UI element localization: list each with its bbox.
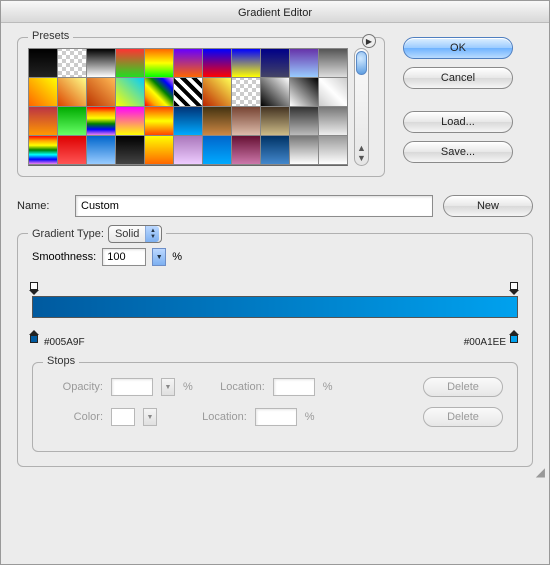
gradient-type-value: Solid [115, 228, 139, 240]
preset-swatch[interactable] [29, 136, 57, 164]
preset-swatch[interactable] [261, 78, 289, 106]
save-button[interactable]: Save... [403, 141, 513, 163]
color-location-input [255, 408, 297, 426]
preset-swatch[interactable] [145, 78, 173, 106]
preset-swatch[interactable] [58, 136, 86, 164]
chevron-updown-icon: ▲▼ [145, 226, 159, 242]
resize-grip-icon[interactable]: ◢ [536, 465, 545, 479]
preset-swatch[interactable] [29, 78, 57, 106]
preset-swatch[interactable] [87, 107, 115, 135]
preset-swatch[interactable] [319, 136, 347, 164]
preset-swatch[interactable] [261, 107, 289, 135]
gradient-type-group: Gradient Type: Solid ▲▼ Smoothness: ▼ % [17, 233, 533, 467]
presets-menu-icon[interactable]: ▶ [362, 34, 376, 48]
preset-swatch[interactable] [116, 78, 144, 106]
preset-swatch[interactable] [290, 49, 318, 77]
preset-swatch[interactable] [29, 107, 57, 135]
scroll-down-icon[interactable]: ▼ [357, 153, 366, 163]
color-swatch [111, 408, 135, 426]
load-button[interactable]: Load... [403, 111, 513, 133]
gradient-editor-dialog: Gradient Editor Presets ▶ ▲ ▼ [0, 0, 550, 565]
preset-swatch[interactable] [232, 107, 260, 135]
ok-button[interactable]: OK [403, 37, 513, 59]
preset-swatch[interactable] [261, 136, 289, 164]
preset-swatch[interactable] [145, 49, 173, 77]
preset-swatch[interactable] [87, 78, 115, 106]
preset-swatch[interactable] [203, 107, 231, 135]
preset-swatch[interactable] [29, 49, 57, 77]
opacity-location-label: Location: [201, 381, 265, 393]
opacity-location-input [273, 378, 315, 396]
preset-swatch[interactable] [232, 136, 260, 164]
preset-swatch[interactable] [116, 136, 144, 164]
preset-swatch[interactable] [203, 49, 231, 77]
titlebar[interactable]: Gradient Editor [1, 1, 549, 23]
preset-swatch[interactable] [290, 78, 318, 106]
opacity-stop-left[interactable] [30, 282, 40, 294]
opacity-dropdown-icon: ▼ [161, 378, 175, 396]
preset-swatch[interactable] [232, 78, 260, 106]
hex-end-label: #00A1EE [464, 337, 506, 348]
smoothness-stepper[interactable]: ▼ [152, 248, 166, 266]
opacity-input [111, 378, 153, 396]
color-dropdown-icon: ▼ [143, 408, 157, 426]
color-delete-button: Delete [423, 407, 503, 427]
dialog-title: Gradient Editor [238, 7, 312, 19]
preset-swatch[interactable] [174, 136, 202, 164]
preset-swatch[interactable] [319, 78, 347, 106]
preset-swatch[interactable] [319, 49, 347, 77]
name-input[interactable] [75, 195, 433, 217]
color-stop-right[interactable] [510, 330, 520, 342]
preset-swatch[interactable] [116, 107, 144, 135]
preset-swatch[interactable] [58, 78, 86, 106]
presets-label: Presets [28, 30, 73, 42]
preset-swatch[interactable] [319, 107, 347, 135]
color-label: Color: [47, 411, 103, 423]
preset-swatch[interactable] [174, 49, 202, 77]
dialog-content: Presets ▶ ▲ ▼ OK Cancel Lo [1, 23, 549, 483]
stops-group: Stops Opacity: ▼ % Location: % Delete Co… [32, 362, 518, 452]
preset-swatch[interactable] [58, 107, 86, 135]
percent-label: % [172, 251, 182, 263]
new-button[interactable]: New [443, 195, 533, 217]
preset-swatch[interactable] [145, 107, 173, 135]
gradient-bar[interactable] [32, 296, 518, 318]
stops-label: Stops [43, 355, 79, 367]
preset-swatch[interactable] [174, 78, 202, 106]
preset-swatch[interactable] [116, 49, 144, 77]
preset-swatch[interactable] [290, 107, 318, 135]
opacity-stop-right[interactable] [510, 282, 520, 294]
scrollbar-thumb[interactable] [356, 51, 367, 75]
cancel-button[interactable]: Cancel [403, 67, 513, 89]
preset-swatch[interactable] [87, 49, 115, 77]
preset-swatch[interactable] [174, 107, 202, 135]
preset-swatch[interactable] [203, 78, 231, 106]
preset-swatch[interactable] [87, 136, 115, 164]
smoothness-label: Smoothness: [32, 251, 96, 263]
presets-grid[interactable] [28, 48, 348, 166]
preset-swatch[interactable] [58, 49, 86, 77]
preset-swatch[interactable] [203, 136, 231, 164]
preset-swatch[interactable] [232, 49, 260, 77]
presets-group: Presets ▶ ▲ ▼ [17, 37, 385, 177]
name-label: Name: [17, 200, 65, 212]
preset-swatch[interactable] [145, 136, 173, 164]
opacity-delete-button: Delete [423, 377, 503, 397]
gradient-type-select[interactable]: Solid ▲▼ [108, 225, 162, 243]
presets-scrollbar[interactable]: ▲ ▼ [354, 48, 369, 166]
scroll-up-icon[interactable]: ▲ [357, 143, 366, 153]
gradient-bar-area: #005A9F #00A1EE [32, 282, 518, 342]
smoothness-input[interactable] [102, 248, 146, 266]
color-stop-left[interactable] [30, 330, 40, 342]
opacity-label: Opacity: [47, 381, 103, 393]
color-location-label: Location: [183, 411, 247, 423]
preset-swatch[interactable] [261, 49, 289, 77]
preset-swatch[interactable] [290, 136, 318, 164]
hex-start-label: #005A9F [44, 337, 85, 348]
gradient-type-label: Gradient Type: [32, 228, 104, 240]
